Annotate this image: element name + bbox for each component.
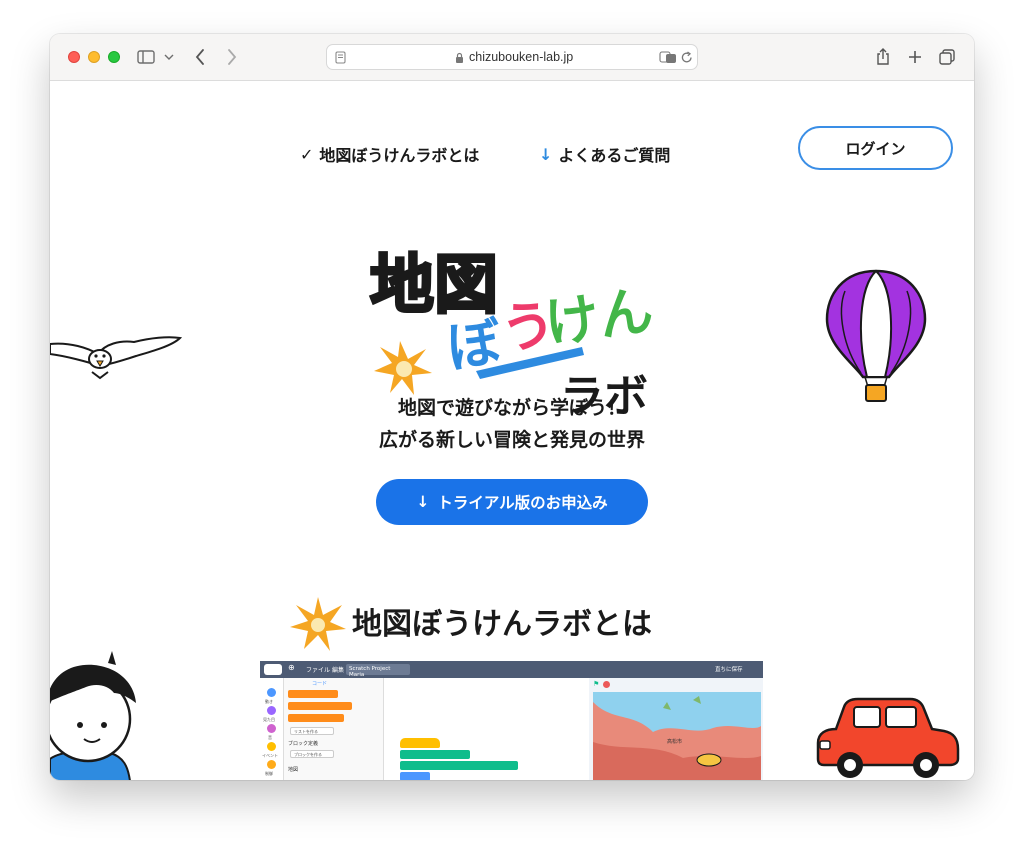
- zoom-window-button[interactable]: [108, 51, 120, 63]
- screenshot-categories: 動き 見た目 音 イベント 制御: [260, 678, 284, 780]
- scratch-logo-icon: [264, 664, 282, 675]
- app-screenshot: ⊕ ファイル 編集 Scratch Project Maria 直ちに保存 動き…: [260, 661, 763, 780]
- seagull-illustration: [50, 336, 183, 380]
- hot-air-balloon-illustration: [825, 269, 927, 402]
- menu-file: ファイル: [306, 667, 331, 674]
- green-flag-icon: ⚑: [593, 680, 600, 688]
- globe-icon: ⊕: [288, 663, 295, 672]
- close-window-button[interactable]: [68, 51, 80, 63]
- reader-icon: [335, 51, 346, 64]
- stop-icon: [603, 681, 610, 688]
- hero-tagline-line2: 広がる新しい冒険と発見の世界: [378, 429, 645, 451]
- chevron-down-icon[interactable]: [162, 46, 176, 68]
- minimize-window-button[interactable]: [88, 51, 100, 63]
- address-bar[interactable]: chizubouken-lab.jp: [326, 44, 698, 70]
- url-text: chizubouken-lab.jp: [469, 50, 574, 64]
- nav-about-link[interactable]: ✓ 地図ぼうけんラボとは: [300, 142, 479, 166]
- page-content: ✓ 地図ぼうけんラボとは ↓ よくあるご質問 ログイン 地図 ぼ う けん ラボ: [50, 81, 974, 780]
- browser-toolbar: chizubouken-lab.jp: [50, 34, 974, 81]
- boy-illustration: [50, 651, 136, 780]
- arrow-down-icon: ↓: [416, 493, 430, 511]
- chevron-left-icon: [195, 49, 204, 65]
- chevron-right-icon: [228, 49, 237, 65]
- screenshot-code-area: [384, 678, 589, 780]
- car-illustration: [816, 697, 960, 778]
- screenshot-menubar: ⊕ ファイル 編集 Scratch Project Maria 直ちに保存: [260, 661, 763, 678]
- lock-icon: [456, 52, 463, 63]
- back-button[interactable]: [192, 46, 208, 68]
- sidebar-toggle-icon[interactable]: [136, 46, 156, 68]
- hero-tagline-line1: 地図で遊びながら学ぼう！: [397, 397, 626, 419]
- screenshot-stage: ⚑ 高松市: [589, 678, 763, 780]
- section-title: 地図ぼうけんラボとは: [352, 607, 652, 642]
- login-button[interactable]: ログイン: [798, 126, 953, 170]
- reload-icon: [681, 51, 692, 63]
- nav-faq-label: よくあるご質問: [558, 146, 671, 165]
- save-now-label: 直ちに保存: [715, 667, 743, 673]
- project-title-field: Scratch Project Maria: [346, 664, 410, 678]
- site-logo: 地図 ぼ う けん ラボ: [369, 248, 657, 420]
- menu-edit: 編集: [332, 667, 345, 674]
- check-icon: ✓: [300, 144, 314, 164]
- cta-label: トライアル版のお申込み: [437, 494, 608, 512]
- trial-signup-button[interactable]: ↓ トライアル版のお申込み: [376, 479, 648, 525]
- nav-about-label: 地図ぼうけんラボとは: [319, 146, 480, 165]
- stage-map: 高松市: [593, 692, 761, 780]
- screenshot-block-palette: コード リストを作る ブロック定義 ブロックを作る 地図: [284, 678, 384, 780]
- translate-icon: [659, 51, 676, 63]
- browser-window: chizubouken-lab.jp ✓ 地図ぼうけんラボとは ↓ よくあるご質…: [50, 34, 974, 780]
- plus-icon[interactable]: [906, 46, 924, 68]
- tabs-icon[interactable]: [938, 46, 956, 68]
- share-icon[interactable]: [874, 46, 892, 68]
- starburst-icon: [290, 597, 346, 651]
- forward-button[interactable]: [224, 46, 240, 68]
- arrow-down-icon: ↓: [539, 144, 553, 164]
- nav-faq-link[interactable]: ↓ よくあるご質問: [539, 142, 670, 166]
- svg-text:けん: けん: [541, 278, 657, 355]
